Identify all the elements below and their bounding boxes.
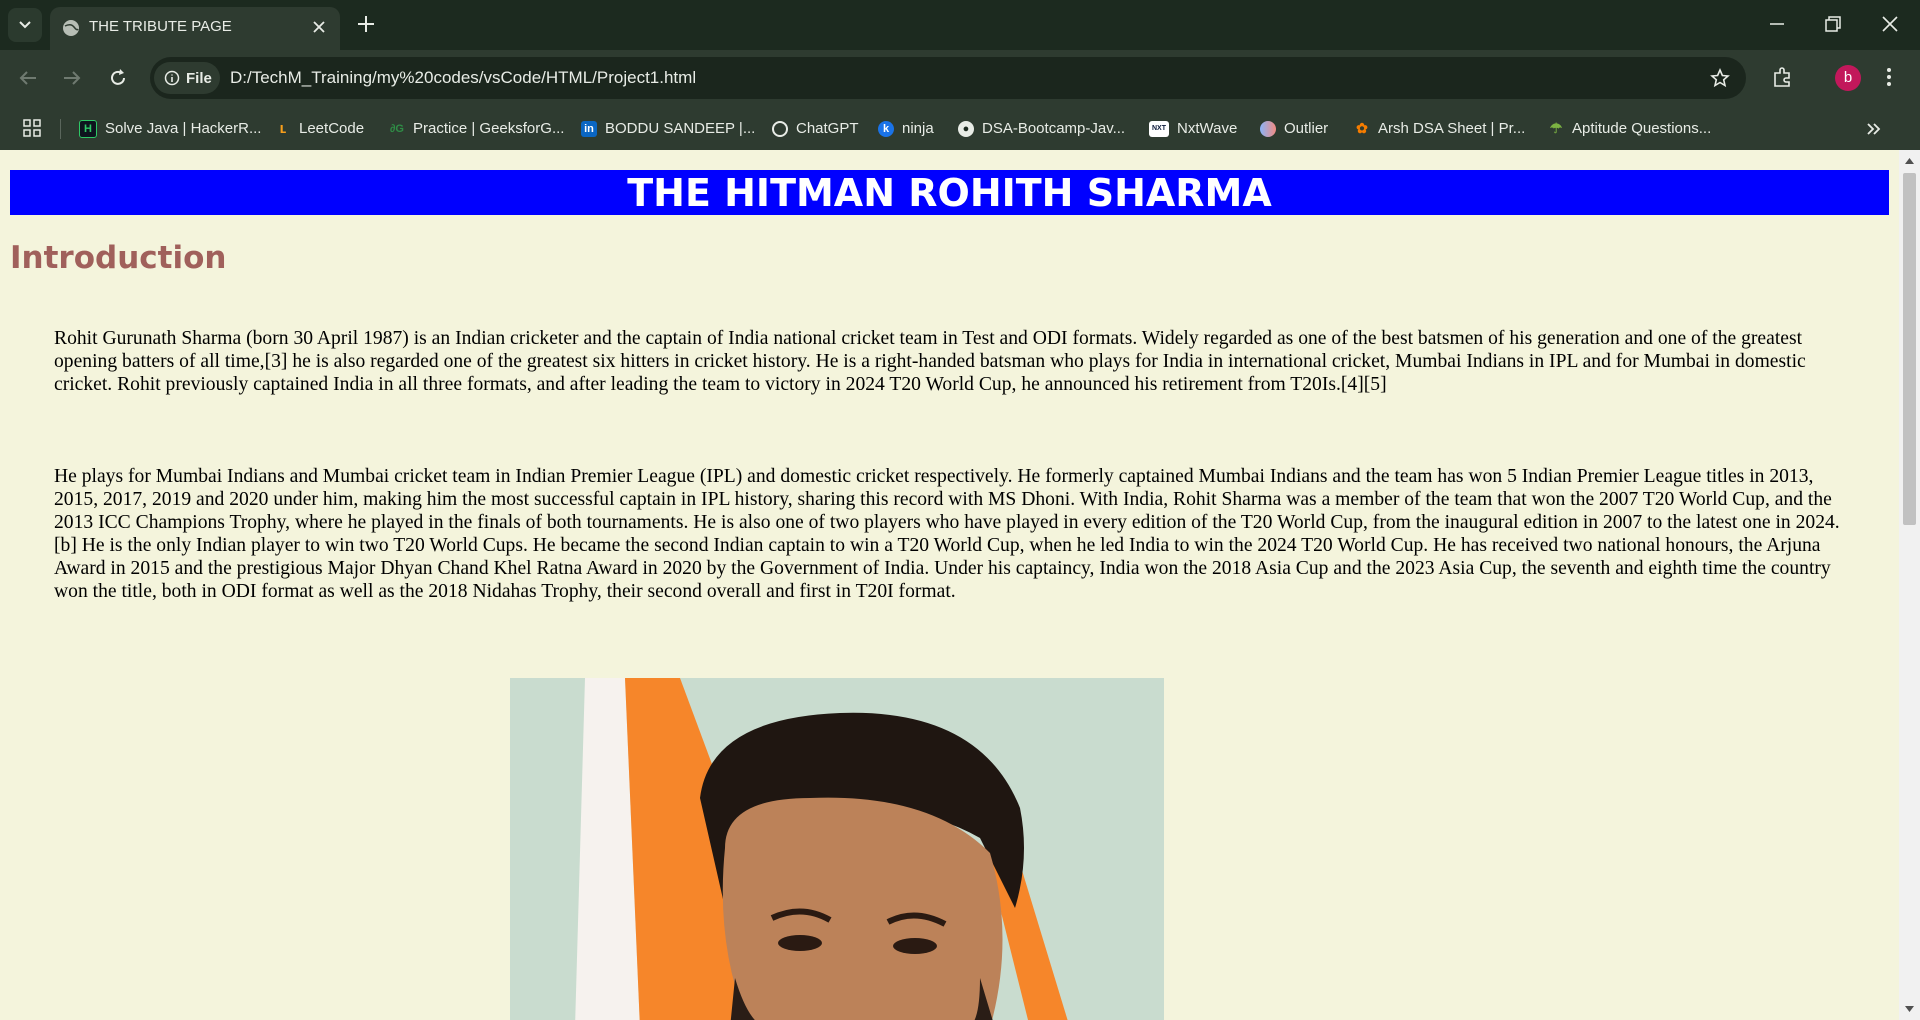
intro-paragraph-2: He plays for Mumbai Indians and Mumbai c… [54,466,1840,602]
address-bar[interactable]: File D:/TechM_Training/my%20codes/vsCode… [150,57,1746,99]
bookmark-label: LeetCode [299,120,365,137]
bookmark-outlier[interactable]: Outlier [1260,107,1328,150]
minimize-icon[interactable] [1766,13,1788,35]
bookmark-linkedin[interactable]: in BODDU SANDEEP |... [581,107,755,150]
bookmark-arsh-dsa[interactable]: ✿ Arsh DSA Sheet | Pr... [1354,107,1525,150]
back-arrow-icon[interactable] [16,66,40,90]
bookmark-label: BODDU SANDEEP |... [605,120,756,137]
github-icon: ● [958,120,974,137]
nxtwave-icon: NXT [1149,120,1169,137]
ninja-icon: k [878,120,894,137]
page-viewport: THE HITMAN ROHITH SHARMA Introduction Ro… [0,150,1899,1020]
close-window-icon[interactable] [1879,13,1901,35]
leetcode-icon: ʟ [279,120,287,137]
arsh-icon: ✿ [1356,120,1368,136]
introduction-heading: Introduction [10,240,227,276]
linkedin-icon: in [581,120,597,137]
scrollbar-thumb[interactable] [1903,173,1916,525]
chatgpt-icon [772,120,788,137]
close-tab-icon[interactable] [310,18,328,36]
url-text[interactable]: D:/TechM_Training/my%20codes/vsCode/HTML… [230,68,696,88]
profile-avatar[interactable]: b [1835,65,1861,91]
bookmark-star-icon[interactable] [1710,68,1730,88]
new-tab-icon[interactable] [355,13,377,35]
bookmark-label: Practice | GeeksforG... [413,120,565,137]
bookmark-hackerrank[interactable]: H Solve Java | HackerR... [79,107,261,150]
aptitude-icon: ☂ [1549,120,1563,136]
intro-paragraph-1: Rohit Gurunath Sharma (born 30 April 198… [54,328,1806,395]
browser-toolbar: File D:/TechM_Training/my%20codes/vsCode… [0,50,1920,107]
bookmark-geeksforgeeks[interactable]: ∂G Practice | GeeksforG... [389,107,564,150]
chevron-down-icon [19,21,31,29]
bookmark-label: ninja [902,120,934,137]
bookmark-label: Solve Java | HackerR... [105,120,262,137]
extensions-icon[interactable] [1770,65,1794,89]
tab-title: THE TRIBUTE PAGE [89,18,232,35]
apps-grid-icon[interactable] [22,118,42,138]
globe-icon [63,20,79,36]
bookmarks-bar: H Solve Java | HackerR... ʟ LeetCode ∂G … [0,107,1920,150]
chevron-double-right-icon[interactable] [1864,119,1884,139]
bookmark-label: ChatGPT [796,120,859,137]
page-banner: THE HITMAN ROHITH SHARMA [10,170,1889,215]
scroll-down-arrow-icon[interactable] [1905,1006,1914,1012]
tab-strip: THE TRIBUTE PAGE [0,0,1920,50]
bookmark-nxtwave[interactable]: NXT NxtWave [1149,107,1237,150]
bookmark-label: Outlier [1284,120,1329,137]
bookmark-aptitude[interactable]: ☂ Aptitude Questions... [1548,107,1712,150]
bookmark-leetcode[interactable]: ʟ LeetCode [275,107,364,150]
active-tab[interactable]: THE TRIBUTE PAGE [50,7,340,50]
bookmark-label: DSA-Bootcamp-Jav... [982,120,1126,137]
scroll-up-arrow-icon[interactable] [1905,158,1914,164]
bookmark-label: NxtWave [1177,120,1238,137]
bookmark-ninja[interactable]: k ninja [878,107,934,150]
hackerrank-icon: H [79,119,97,138]
reload-icon[interactable] [106,66,130,90]
bookmark-github[interactable]: ● DSA-Bootcamp-Jav... [958,107,1125,150]
outlier-icon [1260,120,1276,137]
chip-label: File [186,69,212,87]
tab-search-button[interactable] [8,8,42,42]
info-icon [164,70,180,86]
portrait-image [510,678,1164,1020]
forward-arrow-icon[interactable] [60,66,84,90]
bookmark-chatgpt[interactable]: ChatGPT [772,107,859,150]
restore-icon[interactable] [1822,13,1844,35]
page-scrollbar[interactable] [1899,150,1920,1020]
bookmark-separator [60,119,61,139]
bookmark-label: Arsh DSA Sheet | Pr... [1378,120,1526,137]
site-info-chip[interactable]: File [154,62,220,94]
menu-kebab-icon[interactable] [1883,65,1895,89]
geeksforgeeks-icon: ∂G [390,122,404,135]
bookmark-label: Aptitude Questions... [1572,120,1712,137]
